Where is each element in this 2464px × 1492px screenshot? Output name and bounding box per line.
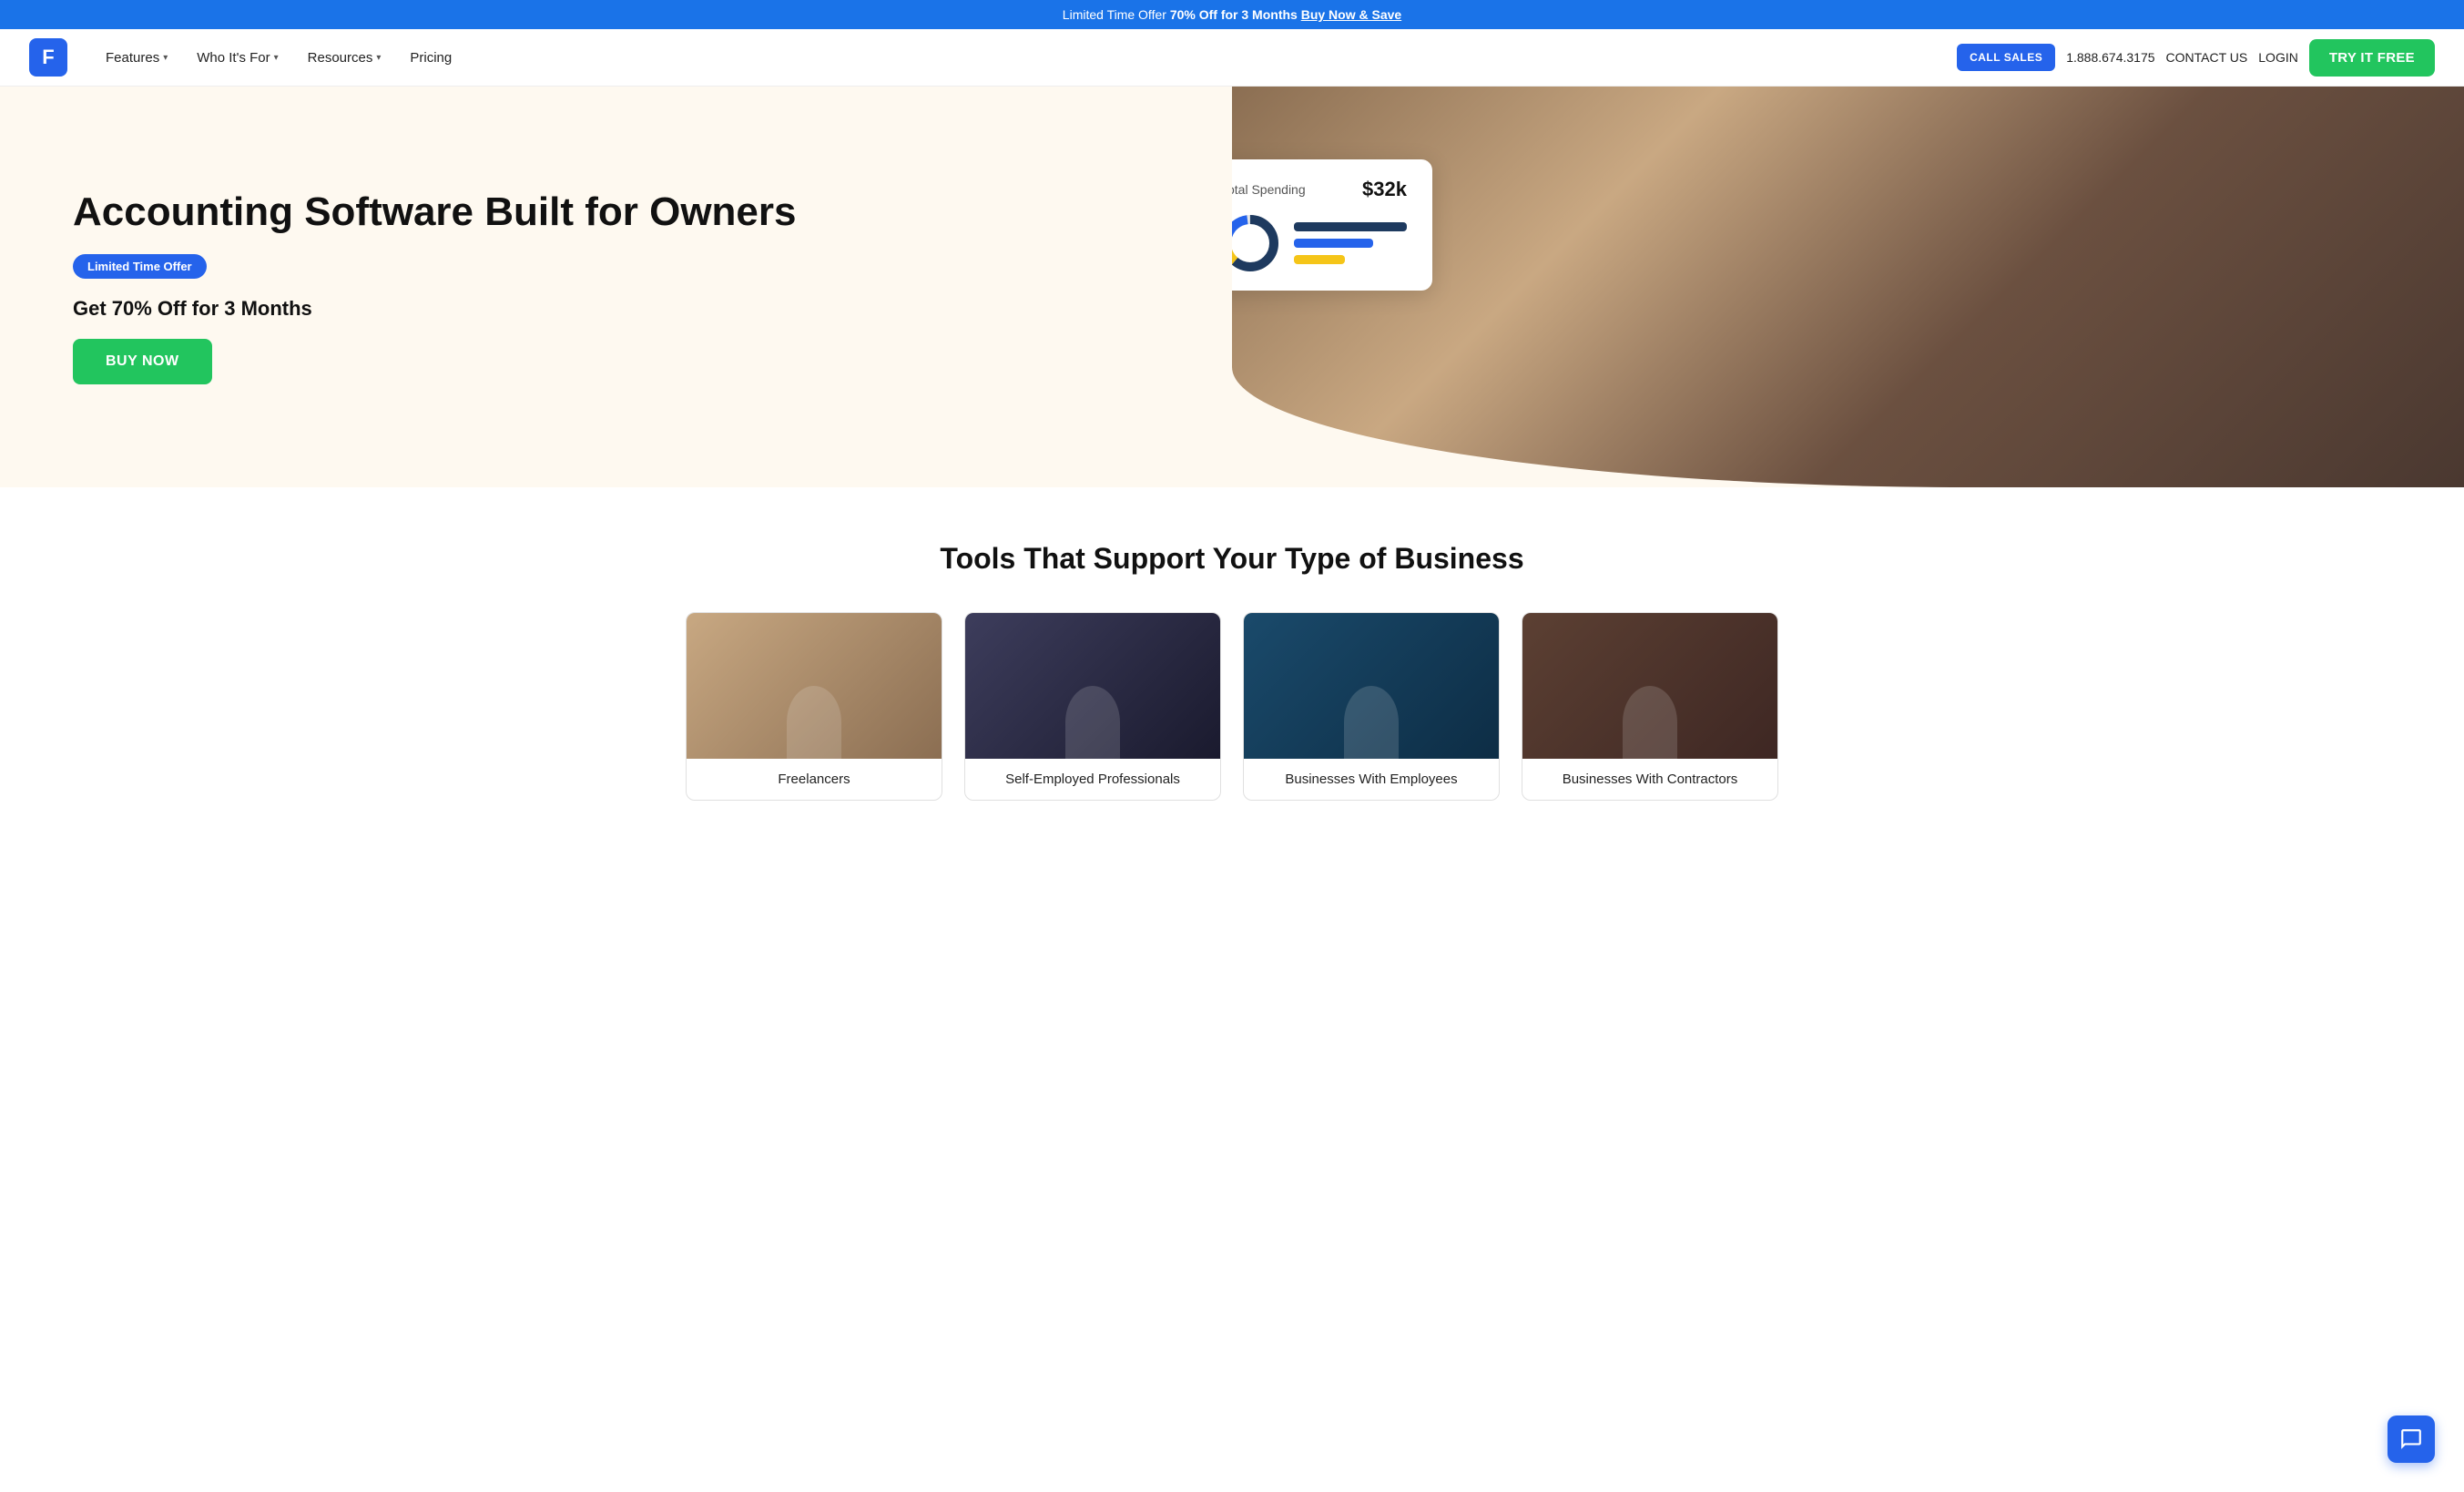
phone-number: 1.888.674.3175 — [2066, 50, 2154, 65]
contact-us-link[interactable]: CONTACT US — [2166, 50, 2248, 65]
buy-now-button[interactable]: BUY NOW — [73, 339, 212, 384]
nav-who-its-for[interactable]: Who It's For ▾ — [184, 43, 290, 73]
tool-card-businesses-employees[interactable]: Businesses With Employees — [1243, 612, 1500, 801]
hero-subtitle: Get 70% Off for 3 Months — [73, 297, 1177, 321]
nav-features[interactable]: Features ▾ — [93, 43, 180, 73]
chat-button[interactable] — [2388, 1415, 2435, 1463]
tool-image-self-employed — [965, 613, 1220, 759]
top-banner: Limited Time Offer 70% Off for 3 Months … — [0, 0, 2464, 29]
tool-label-self-employed: Self-Employed Professionals — [965, 759, 1220, 800]
try-free-button[interactable]: TRY IT FREE — [2309, 39, 2435, 77]
tools-title: Tools That Support Your Type of Business — [36, 542, 2428, 576]
tool-label-freelancers: Freelancers — [687, 759, 942, 800]
nav-resources[interactable]: Resources ▾ — [295, 43, 394, 73]
nav-pricing[interactable]: Pricing — [397, 43, 464, 73]
nav-right: CALL SALES 1.888.674.3175 CONTACT US LOG… — [1957, 39, 2435, 77]
spending-card-header: Total Spending $32k — [1232, 178, 1407, 201]
tool-image-businesses-contractors — [1522, 613, 1777, 759]
donut-chart — [1232, 214, 1279, 272]
call-sales-button[interactable]: CALL SALES — [1957, 44, 2055, 71]
hero-title: Accounting Software Built for Owners — [73, 189, 1177, 236]
spending-amount: $32k — [1362, 178, 1407, 201]
chevron-down-icon: ▾ — [376, 53, 381, 63]
tool-label-businesses-employees: Businesses With Employees — [1244, 759, 1499, 800]
spending-card: Total Spending $32k — [1232, 159, 1432, 291]
spending-bars — [1294, 222, 1407, 264]
hero-left: Accounting Software Built for Owners Lim… — [0, 87, 1232, 487]
hero-right: Total Spending $32k — [1232, 87, 2464, 487]
tool-label-businesses-contractors: Businesses With Contractors — [1522, 759, 1777, 800]
logo[interactable]: F — [29, 38, 67, 77]
limited-time-badge: Limited Time Offer — [73, 254, 207, 279]
bar-dark — [1294, 222, 1407, 231]
tools-section: Tools That Support Your Type of Business… — [0, 487, 2464, 855]
tool-image-businesses-employees — [1244, 613, 1499, 759]
tool-card-freelancers[interactable]: Freelancers — [686, 612, 942, 801]
chevron-down-icon: ▾ — [163, 53, 168, 63]
tool-image-freelancers — [687, 613, 942, 759]
spending-label: Total Spending — [1232, 182, 1306, 197]
hero-section: Accounting Software Built for Owners Lim… — [0, 87, 2464, 487]
tools-grid: Freelancers Self-Employed Professionals … — [686, 612, 1778, 801]
banner-highlight: 70% Off for 3 Months — [1170, 7, 1298, 22]
banner-prefix: Limited Time Offer — [1063, 7, 1166, 22]
tool-card-self-employed[interactable]: Self-Employed Professionals — [964, 612, 1221, 801]
navigation: F Features ▾ Who It's For ▾ Resources ▾ … — [0, 29, 2464, 87]
tool-card-businesses-contractors[interactable]: Businesses With Contractors — [1522, 612, 1778, 801]
chevron-down-icon: ▾ — [274, 53, 279, 63]
nav-links: Features ▾ Who It's For ▾ Resources ▾ Pr… — [93, 43, 1957, 73]
login-link[interactable]: LOGIN — [2258, 50, 2298, 65]
bar-yellow — [1294, 255, 1345, 264]
spending-chart — [1232, 214, 1407, 272]
bar-mid — [1294, 239, 1373, 248]
banner-link[interactable]: Buy Now & Save — [1301, 7, 1401, 22]
chat-icon — [2399, 1427, 2423, 1451]
